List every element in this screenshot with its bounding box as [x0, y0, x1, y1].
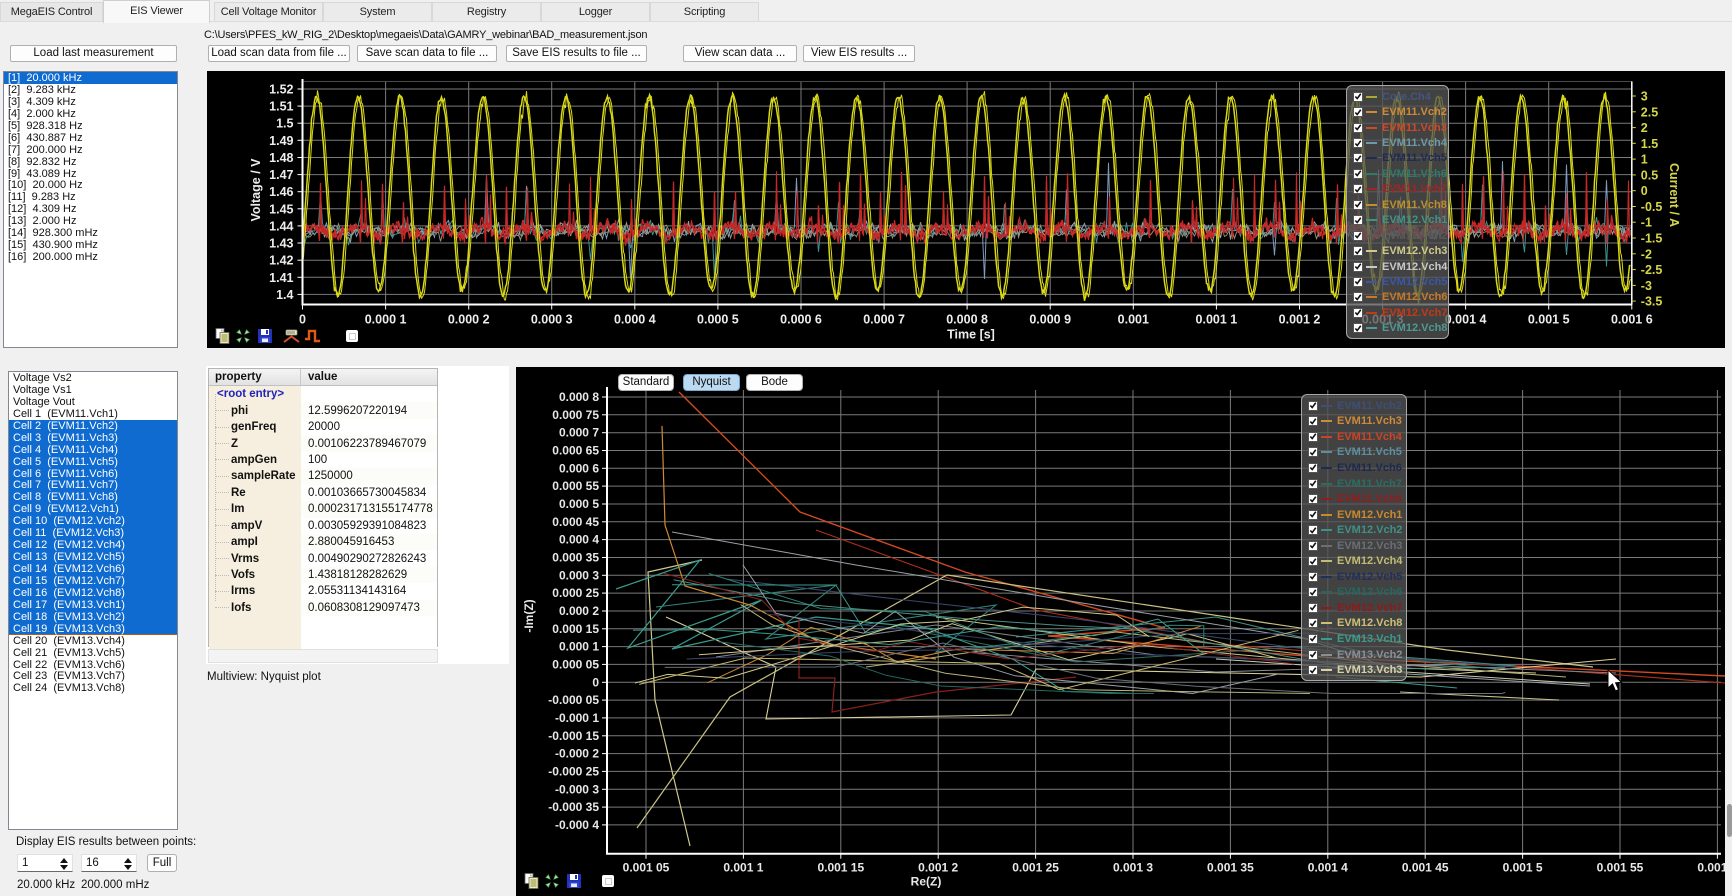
svg-text:-0.000 15: -0.000 15 [548, 729, 599, 743]
svg-text:0.001 2: 0.001 2 [1279, 313, 1321, 327]
svg-text:0.001 4: 0.001 4 [1308, 861, 1348, 875]
svg-text:-3.5: -3.5 [1641, 295, 1663, 309]
svg-text:0.001 35: 0.001 35 [1207, 861, 1254, 875]
svg-text:0.001 05: 0.001 05 [623, 861, 670, 875]
svg-text:-0.000 25: -0.000 25 [548, 764, 599, 778]
svg-text:-3: -3 [1641, 279, 1652, 293]
svg-text:-2.5: -2.5 [1641, 263, 1663, 277]
svg-text:0.000 05: 0.000 05 [552, 657, 599, 671]
svg-text:3: 3 [1641, 90, 1648, 104]
svg-text:2.5: 2.5 [1641, 105, 1658, 119]
svg-text:0.001 6: 0.001 6 [1611, 313, 1653, 327]
svg-text:1.41: 1.41 [269, 271, 293, 285]
svg-text:0: 0 [592, 675, 599, 689]
svg-text:0.000 35: 0.000 35 [552, 551, 599, 565]
svg-text:-1.5: -1.5 [1641, 232, 1663, 246]
svg-text:0.000 4: 0.000 4 [614, 313, 656, 327]
svg-text:0.000 55: 0.000 55 [552, 479, 599, 493]
svg-text:0.001 5: 0.001 5 [1503, 861, 1543, 875]
svg-text:0.000 9: 0.000 9 [1029, 313, 1071, 327]
svg-text:1.4: 1.4 [276, 288, 293, 302]
svg-text:0.000 8: 0.000 8 [946, 313, 988, 327]
svg-text:0.000 3: 0.000 3 [559, 568, 599, 582]
svg-text:2: 2 [1641, 121, 1648, 135]
svg-text:0.000 6: 0.000 6 [780, 313, 822, 327]
svg-text:1.5: 1.5 [1641, 137, 1658, 151]
svg-text:0.000 7: 0.000 7 [559, 426, 599, 440]
svg-text:0.000 5: 0.000 5 [697, 313, 739, 327]
svg-text:1.48: 1.48 [269, 151, 293, 165]
svg-text:1.46: 1.46 [269, 185, 293, 199]
svg-text:0.000 25: 0.000 25 [552, 586, 599, 600]
svg-text:-0.000 1: -0.000 1 [555, 711, 599, 725]
svg-text:-0.000 05: -0.000 05 [548, 693, 599, 707]
svg-text:0.001 1: 0.001 1 [723, 861, 763, 875]
svg-text:0.000 2: 0.000 2 [559, 604, 599, 618]
svg-text:1.42: 1.42 [269, 254, 293, 268]
svg-text:-0.000 2: -0.000 2 [555, 747, 599, 761]
svg-text:0.001 6: 0.001 6 [1697, 861, 1725, 875]
svg-text:1.43: 1.43 [269, 237, 293, 251]
svg-text:1.52: 1.52 [269, 83, 293, 97]
svg-text:0.000 75: 0.000 75 [552, 408, 599, 422]
svg-text:0.000 2: 0.000 2 [448, 313, 490, 327]
svg-text:0.5: 0.5 [1641, 168, 1658, 182]
svg-text:0.001 5: 0.001 5 [1528, 313, 1570, 327]
svg-text:0.001: 0.001 [1118, 313, 1149, 327]
svg-text:Current / A: Current / A [1667, 163, 1681, 227]
svg-text:-2: -2 [1641, 247, 1652, 261]
svg-text:0.001 4: 0.001 4 [1445, 313, 1487, 327]
svg-text:-0.000 35: -0.000 35 [548, 800, 599, 814]
svg-text:0.000 4: 0.000 4 [559, 533, 599, 547]
svg-text:0.000 8: 0.000 8 [559, 390, 599, 404]
svg-text:1.47: 1.47 [269, 168, 293, 182]
svg-text:1.51: 1.51 [269, 100, 293, 114]
svg-text:0.000 65: 0.000 65 [552, 444, 599, 458]
svg-text:0.000 1: 0.000 1 [559, 640, 599, 654]
svg-text:1.49: 1.49 [269, 134, 293, 148]
svg-text:1.44: 1.44 [269, 219, 293, 233]
svg-text:-0.000 4: -0.000 4 [555, 818, 599, 832]
svg-text:0.001 55: 0.001 55 [1597, 861, 1644, 875]
svg-text:1.45: 1.45 [269, 202, 293, 216]
svg-text:-Im(Z): -Im(Z) [522, 599, 536, 632]
svg-text:0.000 6: 0.000 6 [559, 461, 599, 475]
svg-text:0.000 45: 0.000 45 [552, 515, 599, 529]
svg-text:0.001 25: 0.001 25 [1012, 861, 1059, 875]
svg-text:0.001 15: 0.001 15 [817, 861, 864, 875]
svg-text:0.001 45: 0.001 45 [1402, 861, 1449, 875]
svg-text:-1: -1 [1641, 216, 1652, 230]
svg-text:Voltage / V: Voltage / V [249, 158, 263, 222]
svg-text:-0.000 3: -0.000 3 [555, 782, 599, 796]
svg-text:1.5: 1.5 [276, 117, 293, 131]
svg-text:0.001 3: 0.001 3 [1113, 861, 1153, 875]
svg-text:0.000 5: 0.000 5 [559, 497, 599, 511]
svg-text:Time [s]: Time [s] [947, 328, 995, 342]
svg-text:0.000 15: 0.000 15 [552, 622, 599, 636]
svg-text:0.001 2: 0.001 2 [918, 861, 958, 875]
svg-text:0.000 3: 0.000 3 [531, 313, 573, 327]
svg-text:0.001 1: 0.001 1 [1196, 313, 1238, 327]
svg-text:Re(Z): Re(Z) [911, 875, 942, 889]
svg-text:-0.5: -0.5 [1641, 200, 1663, 214]
svg-text:0: 0 [299, 313, 306, 327]
svg-text:0.000 7: 0.000 7 [863, 313, 905, 327]
svg-text:0: 0 [1641, 184, 1648, 198]
svg-text:0.000 1: 0.000 1 [365, 313, 407, 327]
svg-text:1: 1 [1641, 153, 1648, 167]
